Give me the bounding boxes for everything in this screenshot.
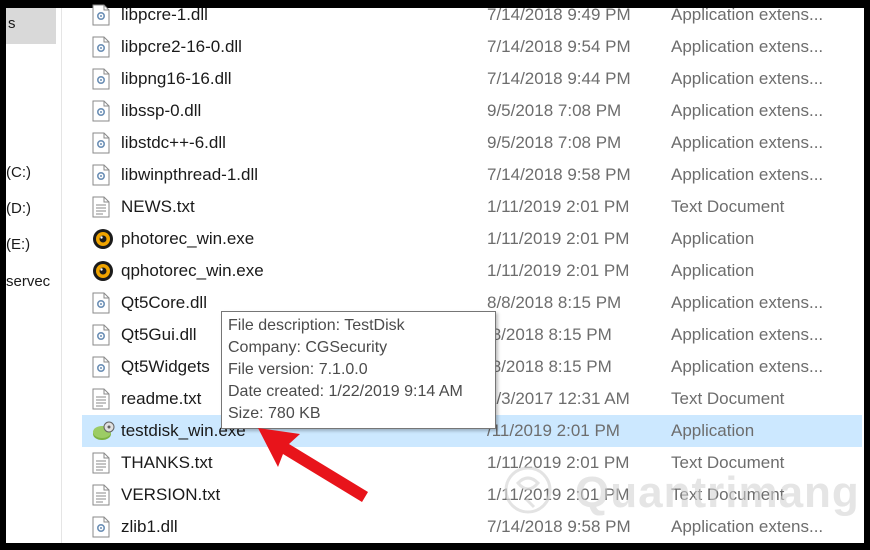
- file-row[interactable]: libpng16-16.dll 7/14/2018 9:44 PM Applicat…: [82, 63, 862, 95]
- dll-icon: [92, 324, 110, 346]
- file-date-modified: 1/11/2019 2:01 PM: [487, 229, 630, 248]
- file-type: Application extens...: [671, 5, 824, 24]
- file-name: libpcre2-16-0.dll: [121, 37, 242, 56]
- file-type: Application extens...: [671, 293, 824, 312]
- file-date-modified: 8/8/2018 8:15 PM: [487, 293, 622, 312]
- nav-item-0[interactable]: s: [8, 15, 16, 32]
- file-row[interactable]: NEWS.txt 1/11/2019 2:01 PM Text Document: [82, 191, 862, 223]
- tooltip-description: File description: TestDisk: [228, 317, 405, 334]
- dll-icon: [92, 4, 110, 26]
- file-row[interactable]: libssp-0.dll 9/5/2018 7:08 PM Application …: [82, 95, 862, 127]
- file-name: libpng16-16.dll: [121, 69, 232, 88]
- nav-item-drive-d[interactable]: (D:): [6, 200, 56, 217]
- file-type: Application: [671, 229, 755, 248]
- file-type: Application extens...: [671, 37, 824, 56]
- testdisk-icon: [92, 420, 115, 442]
- file-name: Qt5Gui.dll: [121, 325, 197, 344]
- window-frame-bottom: [0, 543, 870, 550]
- file-type: Application extens...: [671, 133, 824, 152]
- navigation-pane-divider[interactable]: [61, 8, 62, 543]
- file-row[interactable]: libpcre-1.dll 7/14/2018 9:49 PM Applicatio…: [82, 0, 862, 31]
- file-row[interactable]: qphotorec_win.exe 1/11/2019 2:01 PM Applic…: [82, 255, 862, 287]
- window-frame-right: [864, 0, 870, 550]
- file-type: Application: [671, 261, 755, 280]
- text-file-icon: [92, 196, 110, 218]
- file-date-modified: 1/11/2019 2:01 PM: [487, 261, 630, 280]
- file-name: libpcre-1.dll: [121, 5, 208, 24]
- tooltip-version: File version: 7.1.0.0: [228, 361, 368, 378]
- file-name: zlib1.dll: [121, 517, 178, 536]
- dll-icon: [92, 68, 110, 90]
- file-name: Qt5Core.dll: [121, 293, 207, 312]
- file-date-modified: 7/14/2018 9:49 PM: [487, 5, 631, 24]
- dll-icon: [92, 132, 110, 154]
- nav-item-network[interactable]: servec: [6, 273, 61, 290]
- file-date-modified: /8/2018 8:15 PM: [487, 325, 612, 344]
- file-type: Application: [671, 421, 755, 440]
- watermark-text: Quantrimang: [575, 468, 860, 517]
- file-date-modified: 7/14/2018 9:54 PM: [487, 37, 631, 56]
- file-name: libwinpthread-1.dll: [121, 165, 259, 184]
- file-date-modified: 9/5/2018 7:08 PM: [487, 101, 622, 120]
- nav-item-drive-c[interactable]: (C:): [6, 164, 56, 181]
- text-file-icon: [92, 388, 110, 410]
- file-date-modified: 1/11/2019 2:01 PM: [487, 197, 630, 216]
- file-name: readme.txt: [121, 389, 202, 408]
- file-name: photorec_win.exe: [121, 229, 255, 248]
- file-name: THANKS.txt: [121, 453, 213, 472]
- tooltip-company: Company: CGSecurity: [228, 339, 388, 356]
- file-type: Application extens...: [671, 101, 824, 120]
- file-date-modified: 7/14/2018 9:58 PM: [487, 165, 631, 184]
- file-date-modified: 2/3/2017 12:31 AM: [487, 389, 630, 408]
- file-type: Application extens...: [671, 165, 824, 184]
- file-type: Application extens...: [671, 325, 824, 344]
- file-type: Application extens...: [671, 69, 824, 88]
- dll-icon: [92, 292, 110, 314]
- file-name: VERSION.txt: [121, 485, 221, 504]
- text-file-icon: [92, 484, 110, 506]
- file-info-tooltip: File description: TestDisk Company: CGSe…: [221, 311, 496, 429]
- file-date-modified: 7/14/2018 9:44 PM: [487, 69, 631, 88]
- dll-icon: [92, 516, 110, 538]
- tooltip-date-created: Date created: 1/22/2019 9:14 AM: [228, 383, 463, 400]
- file-type: Application extens...: [671, 357, 824, 376]
- file-date-modified: /11/2019 2:01 PM: [487, 421, 620, 440]
- file-row[interactable]: libwinpthread-1.dll 7/14/2018 9:58 PM Appl…: [82, 159, 862, 191]
- file-name: Qt5Widgets: [121, 357, 210, 376]
- nav-item-drive-e[interactable]: (E:): [6, 236, 56, 253]
- file-row[interactable]: libpcre2-16-0.dll 7/14/2018 9:54 PM Applic…: [82, 31, 862, 63]
- photorec-icon: [92, 260, 113, 282]
- file-name: qphotorec_win.exe: [121, 261, 264, 280]
- dll-icon: [92, 164, 110, 186]
- file-date-modified: 9/5/2018 7:08 PM: [487, 133, 622, 152]
- file-name: NEWS.txt: [121, 197, 195, 216]
- file-name: libstdc++-6.dll: [121, 133, 226, 152]
- file-row[interactable]: libstdc++-6.dll 9/5/2018 7:08 PM Applicati…: [82, 127, 862, 159]
- file-row[interactable]: photorec_win.exe 1/11/2019 2:01 PM Applica…: [82, 223, 862, 255]
- file-name: libssp-0.dll: [121, 101, 202, 120]
- dll-icon: [92, 100, 110, 122]
- dll-icon: [92, 356, 110, 378]
- text-file-icon: [92, 452, 110, 474]
- dll-icon: [92, 36, 110, 58]
- photorec-icon: [92, 228, 113, 250]
- file-date-modified: /8/2018 8:15 PM: [487, 357, 612, 376]
- file-type: Text Document: [671, 389, 785, 408]
- red-arrow-annotation: [258, 428, 368, 502]
- file-type: Text Document: [671, 197, 785, 216]
